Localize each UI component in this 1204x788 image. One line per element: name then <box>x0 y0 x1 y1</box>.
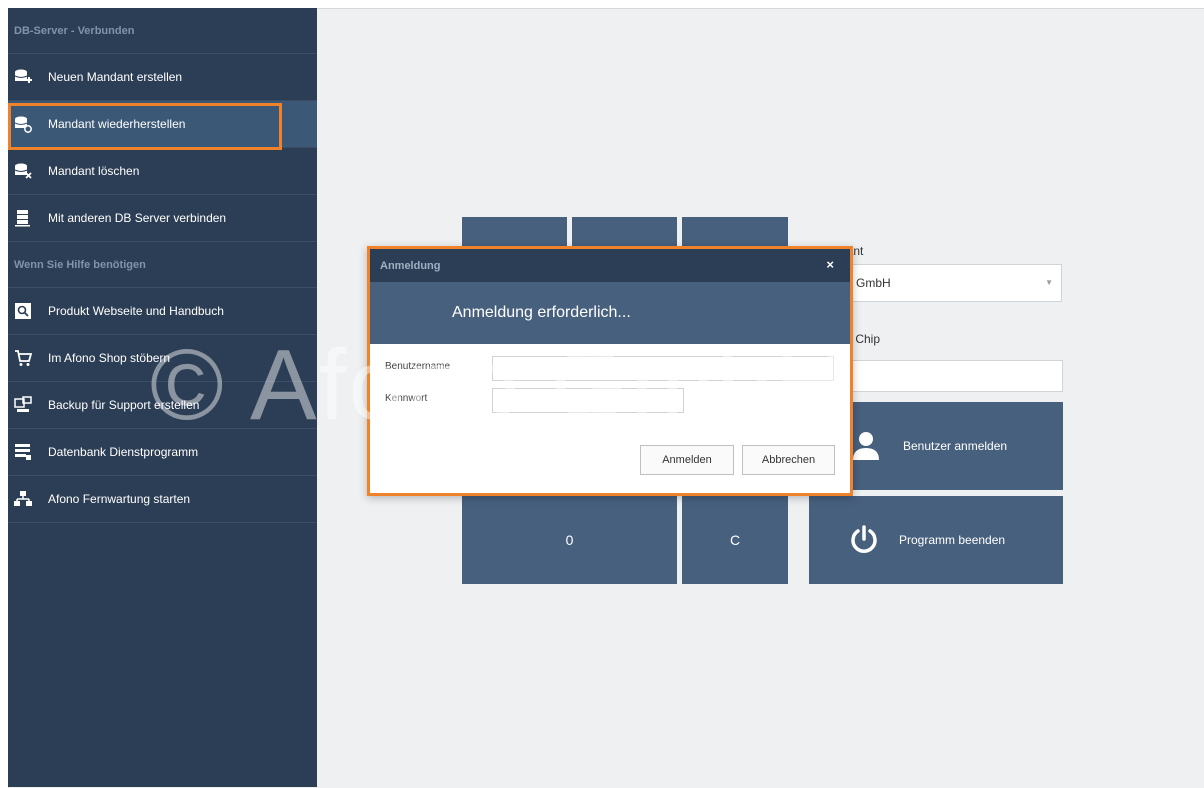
chevron-down-icon: ▼ <box>1045 278 1053 287</box>
sidebar-item-db-tool[interactable]: Datenbank Dienstprogramm <box>8 429 317 476</box>
sidebar-item-label: Im Afono Shop stöbern <box>48 351 171 365</box>
network-icon <box>14 490 32 508</box>
dialog-title: Anmeldung <box>380 259 441 272</box>
keypad-key-zero[interactable]: 0 <box>462 496 677 584</box>
server-icon <box>14 209 32 227</box>
search-icon <box>14 302 32 320</box>
login-dialog: Anmeldung × Anmeldung erforderlich... Be… <box>367 246 853 496</box>
power-icon <box>849 524 879 557</box>
sidebar-item-label: Afono Fernwartung starten <box>48 492 191 506</box>
anmelden-button[interactable]: Anmelden <box>640 445 734 475</box>
mandant-select-value: GmbH <box>856 276 891 290</box>
exit-program-button[interactable]: Programm beenden <box>809 496 1063 584</box>
dialog-titlebar: Anmeldung × <box>370 249 850 282</box>
sidebar-item-delete-mandant[interactable]: Mandant löschen <box>8 148 317 195</box>
sidebar-item-label: Neuen Mandant erstellen <box>48 70 183 84</box>
close-icon[interactable]: × <box>826 257 834 272</box>
user-icon <box>851 430 881 463</box>
password-input[interactable] <box>492 388 684 413</box>
sidebar-item-connect-server[interactable]: Mit anderen DB Server verbinden <box>8 195 317 242</box>
sidebar-item-new-mandant[interactable]: Neuen Mandant erstellen <box>8 54 317 101</box>
username-label: Benutzername <box>385 361 451 372</box>
sidebar-item-remote-support[interactable]: Afono Fernwartung starten <box>8 476 317 523</box>
password-label: Kennwort <box>385 393 428 404</box>
sidebar-header-connected: DB-Server - Verbunden <box>8 8 317 54</box>
sidebar: DB-Server - Verbunden Neuen Mandant erst… <box>8 8 317 787</box>
sidebar-item-label: Mandant löschen <box>48 164 140 178</box>
login-user-label: Benutzer anmelden <box>903 439 1008 453</box>
exit-program-label: Programm beenden <box>899 533 1006 547</box>
sidebar-item-label: Mandant wiederherstellen <box>48 117 186 131</box>
username-input[interactable] <box>492 356 834 381</box>
cart-icon <box>14 349 32 367</box>
sidebar-item-label: Datenbank Dienstprogramm <box>48 445 199 459</box>
database-delete-icon <box>14 162 32 180</box>
sidebar-item-website-manual[interactable]: Produkt Webseite und Handbuch <box>8 288 317 335</box>
backup-icon <box>14 396 32 414</box>
abbrechen-button[interactable]: Abbrechen <box>742 445 835 475</box>
sidebar-item-backup-support[interactable]: Backup für Support erstellen <box>8 382 317 429</box>
sidebar-item-shop[interactable]: Im Afono Shop stöbern <box>8 335 317 382</box>
database-tool-icon <box>14 443 32 461</box>
sidebar-item-label: Produkt Webseite und Handbuch <box>48 304 224 318</box>
keypad-key-clear[interactable]: C <box>682 496 788 584</box>
database-restore-icon <box>14 115 32 133</box>
sidebar-item-label: Backup für Support erstellen <box>48 398 200 412</box>
sidebar-header-help: Wenn Sie Hilfe benötigen <box>8 242 317 288</box>
sidebar-item-label: Mit anderen DB Server verbinden <box>48 211 227 225</box>
database-add-icon <box>14 68 32 86</box>
sidebar-item-restore-mandant[interactable]: Mandant wiederherstellen <box>8 101 317 148</box>
dialog-header: Anmeldung erforderlich... <box>370 282 850 344</box>
